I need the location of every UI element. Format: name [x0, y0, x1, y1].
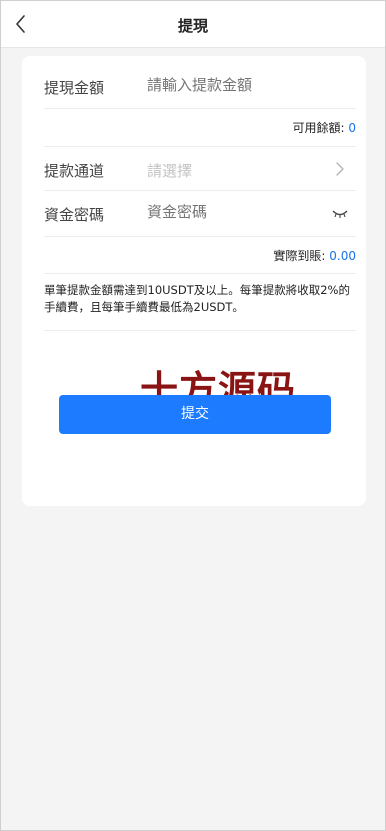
withdraw-form-card: 提現金額 可用餘額: 0 提款通道 請選擇 資金密碼 實際到賬: 0.00 單筆… [22, 56, 366, 506]
available-balance: 可用餘額: 0 [292, 119, 356, 136]
actual-received: 實際到賬: 0.00 [273, 247, 356, 264]
password-label: 資金密碼 [44, 206, 105, 224]
amount-row: 提現金額 [44, 56, 356, 109]
received-value: 0.00 [329, 249, 356, 263]
balance-row: 可用餘額: 0 [44, 109, 356, 147]
notice-divider [44, 330, 356, 331]
nav-bar: 提現 [1, 1, 385, 48]
password-input[interactable] [147, 203, 317, 221]
received-row: 實際到賬: 0.00 [44, 237, 356, 274]
received-label: 實際到賬: [273, 249, 326, 263]
balance-value: 0 [348, 121, 356, 135]
channel-row[interactable]: 提款通道 請選擇 [44, 147, 356, 191]
channel-label: 提款通道 [44, 162, 105, 180]
amount-label: 提現金額 [44, 79, 105, 97]
channel-select[interactable]: 請選擇 [147, 160, 192, 181]
balance-label: 可用餘額: [292, 121, 345, 135]
chevron-right-icon [336, 162, 344, 176]
eye-closed-icon[interactable] [332, 209, 348, 219]
fee-notice: 單筆提款金額需達到10USDT及以上。每筆提款將收取2%的手續費，且每筆手續費最… [44, 283, 350, 314]
submit-button[interactable]: 提交 [59, 395, 331, 434]
amount-input[interactable] [147, 76, 347, 94]
page-title: 提現 [177, 17, 208, 35]
password-row: 資金密碼 [44, 191, 356, 237]
